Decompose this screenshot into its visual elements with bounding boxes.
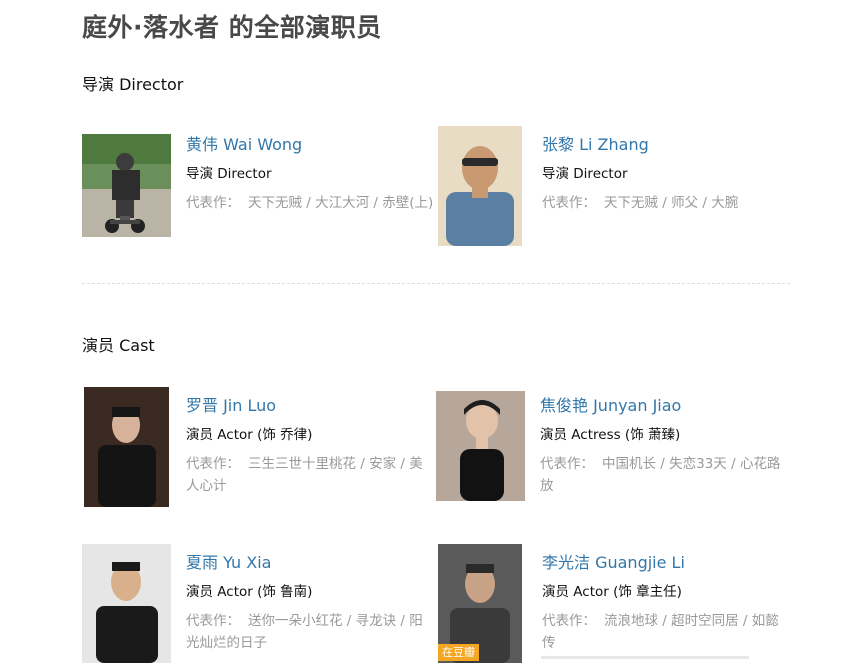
works-list: 天下无贼 / 大江大河 / 赤壁(上)	[248, 195, 434, 211]
works-label: 代表作：	[540, 456, 594, 472]
directors-section-title: 导演 Director	[82, 75, 184, 94]
celebrity-name-link[interactable]: 张黎 Li Zhang	[542, 134, 792, 156]
celebrity-works: 代表作： 中国机长 / 失恋33天 / 心花路放	[540, 453, 790, 497]
celebrity-name-link[interactable]: 李光洁 Guangjie Li	[542, 552, 792, 574]
celebrity-card: 张黎 Li Zhang 导演 Director 代表作： 天下无贼 / 师父 / …	[438, 126, 793, 264]
celebrity-card: 在豆瓣 李光洁 Guangjie Li 演员 Actor (饰 章主任) 代表作…	[438, 544, 793, 663]
celebrity-role: 演员 Actor (饰 鲁南)	[186, 584, 313, 600]
celebrity-photo[interactable]	[82, 544, 171, 663]
celebrity-works: 代表作： 天下无贼 / 大江大河 / 赤壁(上)	[186, 192, 436, 214]
works-label: 代表作：	[186, 456, 240, 472]
works-list: 天下无贼 / 师父 / 大腕	[604, 195, 739, 211]
celebrity-works: 代表作： 天下无贼 / 师父 / 大腕	[542, 192, 792, 214]
celebrity-role: 导演 Director	[186, 166, 272, 182]
celebrity-card: 夏雨 Yu Xia 演员 Actor (饰 鲁南) 代表作： 送你一朵小红花 / …	[82, 544, 437, 663]
celebrity-card: 黄伟 Wai Wong 导演 Director 代表作： 天下无贼 / 大江大河 …	[82, 134, 437, 264]
celebrity-role: 导演 Director	[542, 166, 628, 182]
works-label: 代表作：	[542, 613, 596, 629]
celebrity-photo[interactable]	[84, 387, 169, 507]
works-label: 代表作：	[186, 195, 240, 211]
works-label: 代表作：	[542, 195, 596, 211]
row-divider	[541, 656, 749, 659]
section-divider	[82, 283, 790, 284]
celebrity-name-link[interactable]: 黄伟 Wai Wong	[186, 134, 436, 156]
celebrities-page: 庭外·落水者 的全部演职员 导演 Director 黄伟 Wai Wong 导演…	[0, 0, 843, 663]
celebrity-photo[interactable]	[82, 134, 171, 237]
page-title: 庭外·落水者 的全部演职员	[82, 13, 382, 42]
celebrity-card: 罗晋 Jin Luo 演员 Actor (饰 乔律) 代表作： 三生三世十里桃花 …	[82, 387, 437, 525]
celebrity-name-link[interactable]: 罗晋 Jin Luo	[186, 395, 436, 417]
celebrity-role: 演员 Actress (饰 萧臻)	[540, 427, 681, 443]
celebrity-works: 代表作： 三生三世十里桃花 / 安家 / 美人心计	[186, 453, 436, 497]
celebrity-works: 代表作： 送你一朵小红花 / 寻龙诀 / 阳光灿烂的日子	[186, 610, 436, 654]
celebrity-photo[interactable]	[436, 391, 525, 501]
celebrity-photo[interactable]: 在豆瓣	[438, 544, 522, 663]
celebrity-photo[interactable]	[438, 126, 522, 246]
celebrity-name-link[interactable]: 焦俊艳 Junyan Jiao	[540, 395, 790, 417]
celebrity-role: 演员 Actor (饰 乔律)	[186, 427, 313, 443]
celebrity-role: 演员 Actor (饰 章主任)	[542, 584, 682, 600]
works-label: 代表作：	[186, 613, 240, 629]
celebrity-card: 焦俊艳 Junyan Jiao 演员 Actress (饰 萧臻) 代表作： 中国…	[436, 391, 791, 525]
celebrity-name-link[interactable]: 夏雨 Yu Xia	[186, 552, 436, 574]
cast-section-title: 演员 Cast	[82, 336, 155, 355]
douban-badge: 在豆瓣	[438, 644, 479, 661]
celebrity-works: 代表作： 流浪地球 / 超时空同居 / 如懿传	[542, 610, 792, 654]
